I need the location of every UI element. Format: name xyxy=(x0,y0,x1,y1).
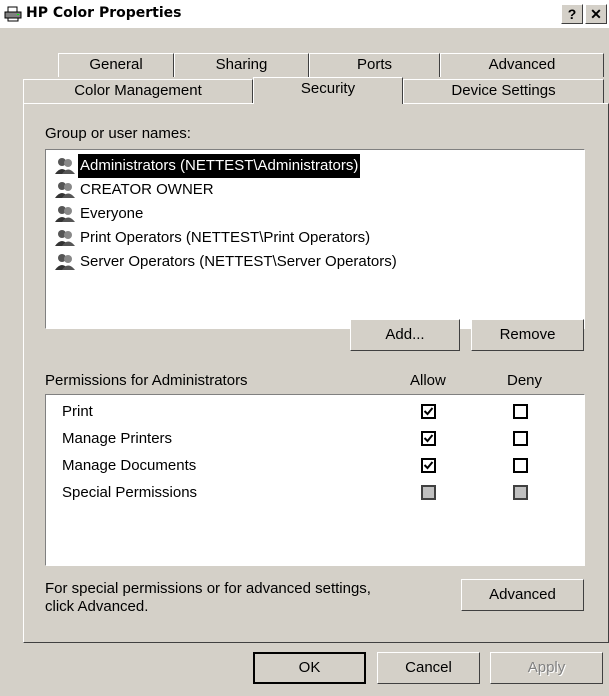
deny-checkbox xyxy=(513,485,528,500)
allow-checkbox[interactable] xyxy=(421,431,436,446)
group-list[interactable]: Administrators (NETTEST\Administrators) … xyxy=(45,149,585,329)
cancel-button[interactable]: Cancel xyxy=(377,652,480,684)
apply-button[interactable]: Apply xyxy=(490,652,603,684)
permission-row: Print xyxy=(46,399,578,425)
allow-checkbox[interactable] xyxy=(421,458,436,473)
deny-checkbox[interactable] xyxy=(513,458,528,473)
security-panel: Group or user names: Administrators (NET… xyxy=(23,103,609,643)
allow-checkbox[interactable] xyxy=(421,404,436,419)
checkmark-icon xyxy=(423,461,434,470)
ok-button[interactable]: OK xyxy=(253,652,366,684)
permissions-label: Permissions for Administrators xyxy=(45,372,248,389)
group-names-label: Group or user names: xyxy=(45,125,191,142)
permission-row: Manage Documents xyxy=(46,453,578,479)
group-users-icon xyxy=(54,157,76,175)
tab-general[interactable]: General xyxy=(58,53,174,77)
permission-row: Special Permissions xyxy=(46,480,578,506)
checkmark-icon xyxy=(423,434,434,443)
deny-checkbox[interactable] xyxy=(513,404,528,419)
tab-device-settings[interactable]: Device Settings xyxy=(403,79,604,103)
permissions-list: Print Manage Printers Manage Documents S… xyxy=(45,394,585,566)
group-users-icon xyxy=(54,181,76,199)
advanced-button[interactable]: Advanced xyxy=(461,579,584,611)
printer-icon xyxy=(4,6,22,22)
add-button[interactable]: Add... xyxy=(350,319,460,351)
permission-row: Manage Printers xyxy=(46,426,578,452)
tab-security[interactable]: Security xyxy=(253,77,403,104)
allow-checkbox xyxy=(421,485,436,500)
allow-header: Allow xyxy=(410,372,446,389)
group-users-icon xyxy=(54,253,76,271)
deny-header: Deny xyxy=(507,372,543,389)
group-users-icon xyxy=(54,229,76,247)
tab-ports[interactable]: Ports xyxy=(309,53,440,77)
title-bar: HP Color Properties ? ✕ xyxy=(0,0,609,29)
tab-color-management[interactable]: Color Management xyxy=(23,79,253,103)
deny-checkbox[interactable] xyxy=(513,431,528,446)
remove-button[interactable]: Remove xyxy=(471,319,584,351)
help-button[interactable]: ? xyxy=(561,4,583,24)
window-title: HP Color Properties xyxy=(26,5,182,21)
group-users-icon xyxy=(54,205,76,223)
advanced-hint-text: For special permissions or for advanced … xyxy=(45,580,371,615)
checkmark-icon xyxy=(423,407,434,416)
tab-sharing[interactable]: Sharing xyxy=(174,53,309,77)
close-button[interactable]: ✕ xyxy=(585,4,607,24)
close-icon: ✕ xyxy=(590,6,602,22)
tab-advanced[interactable]: Advanced xyxy=(440,53,604,77)
